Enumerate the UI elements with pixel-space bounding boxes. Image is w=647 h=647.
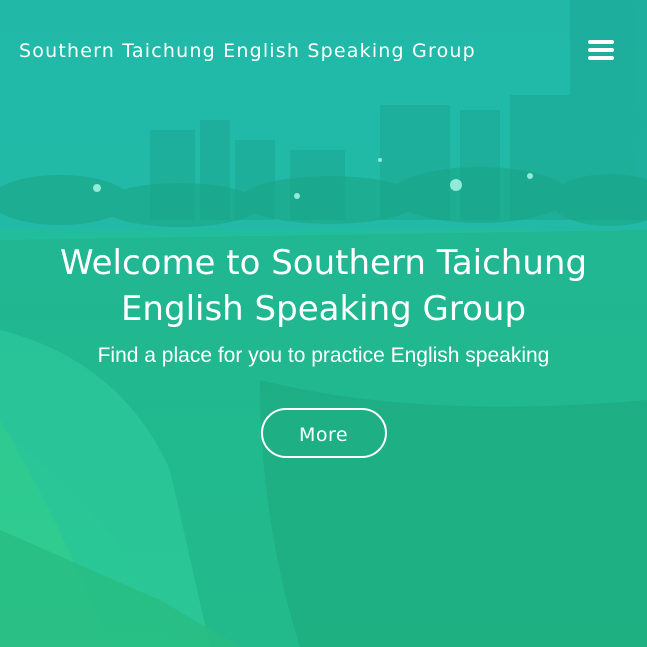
site-brand-link[interactable]: Southern Taichung English Speaking Group <box>19 40 476 62</box>
hamburger-menu-icon[interactable] <box>584 36 618 66</box>
more-button[interactable]: More <box>260 408 387 458</box>
hero-subtitle: Find a place for you to practice English… <box>97 344 550 367</box>
menu-bar-bottom <box>588 56 614 60</box>
hero-section: Southern Taichung English Speaking Group… <box>0 0 647 647</box>
hero-title: Welcome to Southern Taichung English Spe… <box>59 243 588 329</box>
hero-content: Welcome to Southern Taichung English Spe… <box>0 240 647 458</box>
menu-bar-middle <box>588 48 614 52</box>
menu-bar-top <box>588 40 614 44</box>
navbar: Southern Taichung English Speaking Group <box>0 0 647 100</box>
